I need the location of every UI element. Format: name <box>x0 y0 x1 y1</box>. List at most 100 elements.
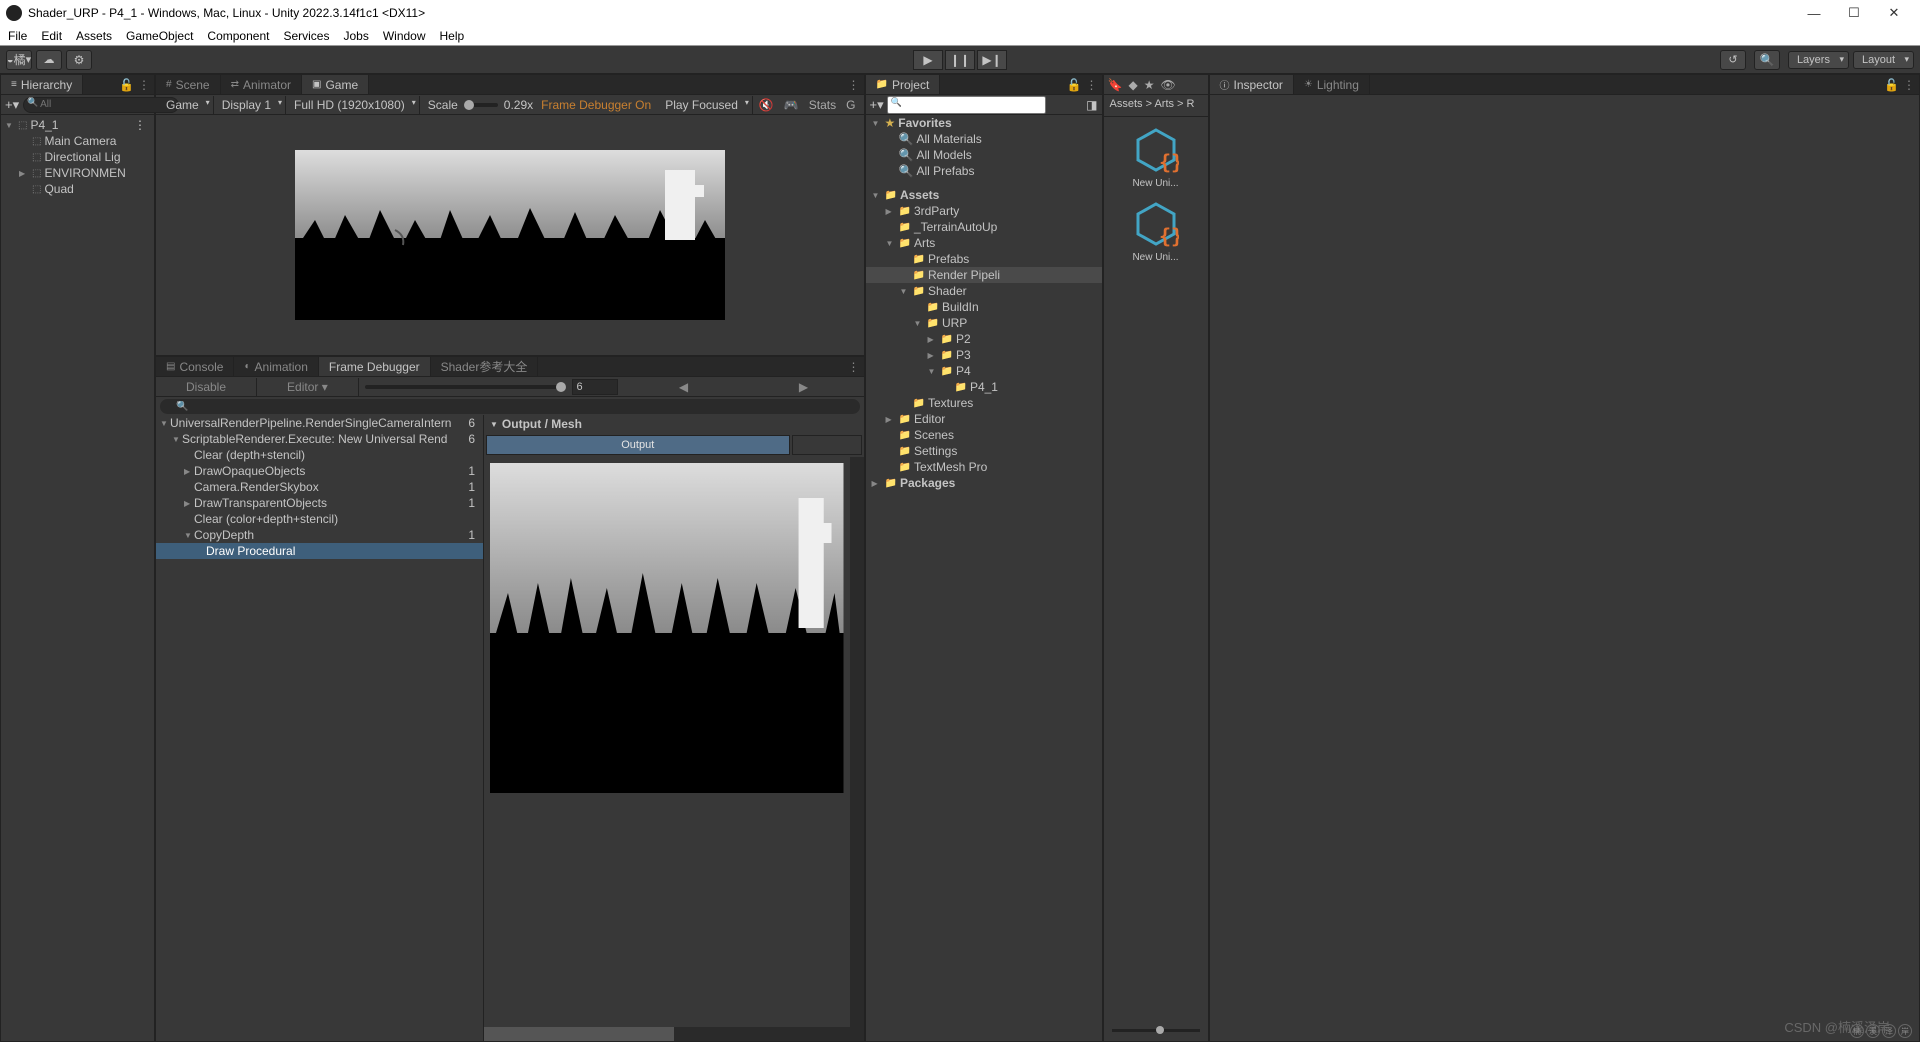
mesh-tab-button[interactable] <box>792 435 862 455</box>
project-tree-item[interactable]: ▼📁P4 <box>866 363 1102 379</box>
pause-button[interactable]: ❙❙ <box>945 50 975 70</box>
fav-all-models[interactable]: 🔍All Models <box>866 147 1102 163</box>
undo-history-button[interactable]: ↺ <box>1720 50 1746 70</box>
output-hscrollbar[interactable] <box>484 1027 864 1041</box>
project-tree-item[interactable]: ▶📁P2 <box>866 331 1102 347</box>
tab-shader-ref[interactable]: Shader参考大全 <box>431 357 539 376</box>
project-tree-item[interactable]: ▶📁Editor <box>866 411 1102 427</box>
panel-menu-icon[interactable]: ⋮ <box>138 78 150 92</box>
frame-next-button[interactable]: ▶ <box>744 380 864 394</box>
disable-button[interactable]: Disable <box>156 378 257 396</box>
panel-menu-icon[interactable]: ⋮ <box>848 360 860 374</box>
layout-dropdown[interactable]: Layout <box>1853 51 1914 69</box>
frame-event-item[interactable]: ▼UniversalRenderPipeline.RenderSingleCam… <box>156 415 483 431</box>
tab-lighting[interactable]: ☀Lighting <box>1294 75 1370 94</box>
scene-menu-icon[interactable]: ⋮ <box>134 118 150 132</box>
game-mode-dropdown[interactable]: Game <box>160 96 214 114</box>
minimize-button[interactable]: — <box>1794 6 1834 21</box>
project-tree-item[interactable]: 📁BuildIn <box>866 299 1102 315</box>
menu-component[interactable]: Component <box>207 29 269 43</box>
asset-item[interactable]: {} New Uni... <box>1126 199 1186 263</box>
project-tree-item[interactable]: 📁_TerrainAutoUp <box>866 219 1102 235</box>
frame-event-item[interactable]: ▶DrawOpaqueObjects1 <box>156 463 483 479</box>
project-tree-item[interactable]: 📁Textures <box>866 395 1102 411</box>
output-tab-button[interactable]: Output <box>486 435 790 455</box>
panel-lock-icon[interactable]: 🔓 <box>1067 78 1082 92</box>
asset-size-slider[interactable] <box>1104 1025 1208 1041</box>
cloud-button[interactable]: ☁ <box>36 50 62 70</box>
panel-lock-icon[interactable]: 🔓 <box>1884 78 1899 92</box>
frame-event-item[interactable]: ▶DrawTransparentObjects1 <box>156 495 483 511</box>
asset-breadcrumb[interactable]: Assets > Arts > R <box>1104 95 1208 117</box>
frame-event-item[interactable]: Draw Procedural <box>156 543 483 559</box>
project-search-input[interactable] <box>887 96 1046 114</box>
frame-event-item[interactable]: Clear (depth+stencil) <box>156 447 483 463</box>
tree-item-camera[interactable]: ⬚Main Camera <box>1 133 154 149</box>
favorites-header[interactable]: ▼★Favorites <box>866 115 1102 131</box>
tree-item-scene[interactable]: ▼⬚P4_1⋮ <box>1 117 154 133</box>
project-tree-item[interactable]: 📁Settings <box>866 443 1102 459</box>
menu-edit[interactable]: Edit <box>41 29 62 43</box>
menu-file[interactable]: File <box>8 29 27 43</box>
project-tree-item[interactable]: 📁Render Pipeli <box>866 267 1102 283</box>
resolution-dropdown[interactable]: Full HD (1920x1080) <box>288 96 420 114</box>
project-tree-item[interactable]: 📁Prefabs <box>866 251 1102 267</box>
editor-dropdown[interactable]: Editor ▾ <box>257 378 359 396</box>
fav-all-prefabs[interactable]: 🔍All Prefabs <box>866 163 1102 179</box>
stats-button[interactable]: Stats <box>805 98 840 112</box>
menu-jobs[interactable]: Jobs <box>343 29 368 43</box>
hierarchy-search-input[interactable] <box>23 97 179 113</box>
filter-type-icon[interactable]: ◆ <box>1128 78 1137 92</box>
asset-item[interactable]: {} New Uni... <box>1126 125 1186 189</box>
frame-slider[interactable] <box>365 385 566 389</box>
layers-dropdown[interactable]: Layers <box>1788 51 1849 69</box>
project-tree-item[interactable]: ▼📁Assets <box>866 187 1102 203</box>
account-button[interactable]: ◒ 橘 ▾ <box>6 50 32 70</box>
play-button[interactable]: ▶ <box>913 50 943 70</box>
step-button[interactable]: ▶❙ <box>977 50 1007 70</box>
search-by-type-icon[interactable]: ◨ <box>1086 98 1097 112</box>
menu-services[interactable]: Services <box>283 29 329 43</box>
frame-event-item[interactable]: Camera.RenderSkybox1 <box>156 479 483 495</box>
tab-scene[interactable]: #Scene <box>156 75 221 94</box>
mute-audio-icon[interactable]: 🔇 <box>755 98 778 112</box>
project-tree-item[interactable]: 📁Scenes <box>866 427 1102 443</box>
hidden-packages-icon[interactable]: 👁 <box>1160 78 1175 92</box>
tree-item-environment[interactable]: ▶⬚ENVIRONMEN <box>1 165 154 181</box>
maximize-button[interactable]: ☐ <box>1834 5 1874 21</box>
create-asset-button[interactable]: +▾ <box>870 97 884 113</box>
menu-window[interactable]: Window <box>383 29 426 43</box>
project-tree-item[interactable]: 📁TextMesh Pro <box>866 459 1102 475</box>
audio-icon[interactable]: 🎮 <box>780 98 803 112</box>
panel-menu-icon[interactable]: ⋮ <box>848 78 860 92</box>
tab-project[interactable]: 📁Project <box>866 75 941 94</box>
frame-prev-button[interactable]: ◀ <box>624 380 744 394</box>
tab-animation[interactable]: ◐Animation <box>234 357 318 376</box>
frame-event-item[interactable]: Clear (color+depth+stencil) <box>156 511 483 527</box>
project-tree-item[interactable]: ▼📁Arts <box>866 235 1102 251</box>
filter-favorite-icon[interactable]: ★ <box>1144 78 1155 92</box>
filter-label-icon[interactable]: 🔖 <box>1108 78 1123 92</box>
frame-search-input[interactable] <box>160 399 860 414</box>
tree-item-quad[interactable]: ⬚Quad <box>1 181 154 197</box>
project-tree-item[interactable]: ▼📁URP <box>866 315 1102 331</box>
display-dropdown[interactable]: Display 1 <box>216 96 286 114</box>
tab-console[interactable]: ▤Console <box>156 357 234 376</box>
menu-help[interactable]: Help <box>440 29 465 43</box>
fav-all-materials[interactable]: 🔍All Materials <box>866 131 1102 147</box>
frame-event-item[interactable]: ▼ScriptableRenderer.Execute: New Univers… <box>156 431 483 447</box>
project-tree-item[interactable]: ▶📁P3 <box>866 347 1102 363</box>
frame-event-item[interactable]: ▼CopyDepth1 <box>156 527 483 543</box>
tree-item-light[interactable]: ⬚Directional Lig <box>1 149 154 165</box>
gizmos-dropdown[interactable]: G <box>842 98 859 112</box>
panel-menu-icon[interactable]: ⋮ <box>1086 78 1098 92</box>
tab-animator[interactable]: ⇄Animator <box>221 75 302 94</box>
tab-game[interactable]: ▣Game <box>302 75 369 94</box>
project-tree-item[interactable]: ▶📁Packages <box>866 475 1102 491</box>
output-vscrollbar[interactable] <box>850 457 864 1027</box>
play-focused-dropdown[interactable]: Play Focused <box>659 96 753 114</box>
tab-inspector[interactable]: ⓘInspector <box>1210 75 1294 94</box>
tab-hierarchy[interactable]: ≡Hierarchy <box>1 75 83 94</box>
project-tree-item[interactable]: ▼📁Shader <box>866 283 1102 299</box>
frame-count-input[interactable] <box>572 379 618 395</box>
